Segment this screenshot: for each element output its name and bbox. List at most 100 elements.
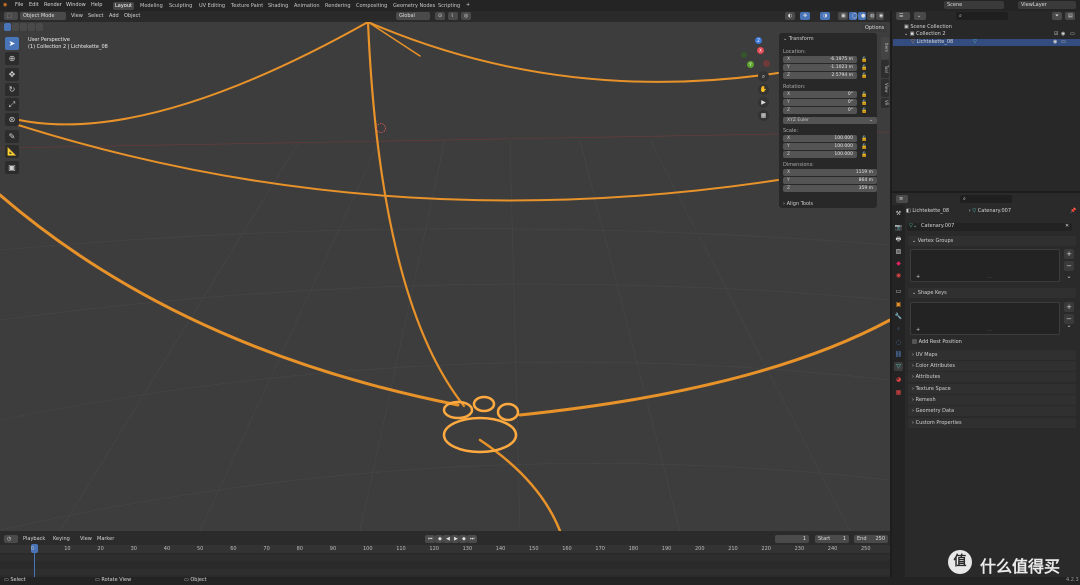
editor-type-icon[interactable]: ⬚ xyxy=(4,12,18,20)
scale-y-field[interactable]: Y 100.000 xyxy=(783,143,857,150)
move-tool-icon[interactable]: ✥ xyxy=(5,68,19,81)
particles-tab-icon[interactable]: ⁘ xyxy=(894,325,903,334)
select-subtract-icon[interactable] xyxy=(20,23,27,31)
add-vertex-group-button[interactable]: + xyxy=(1064,249,1074,259)
add-shape-key-button[interactable]: + xyxy=(1064,302,1074,312)
timeline-editor-icon[interactable]: ◷ xyxy=(4,535,18,543)
data-tab-icon[interactable]: ▽ xyxy=(894,362,903,371)
tab-scripting[interactable]: Scripting xyxy=(436,2,462,10)
blender-logo-icon[interactable]: ◉ xyxy=(3,3,7,8)
section-remesh[interactable]: › Remesh xyxy=(908,395,1076,405)
lock-icon[interactable]: 🔓 xyxy=(861,108,867,114)
gizmo-y-axis[interactable]: Y xyxy=(747,61,754,68)
orientation-dropdown[interactable]: Global xyxy=(396,12,430,20)
section-attributes[interactable]: › Attributes xyxy=(908,372,1076,382)
output-tab-icon[interactable]: 🖶 xyxy=(894,235,903,244)
pan-view-icon[interactable]: ✋ xyxy=(758,84,769,95)
gizmo-neg-y[interactable] xyxy=(741,52,747,58)
properties-editor-icon[interactable]: ≡ xyxy=(896,195,908,203)
outliner-row-object[interactable]: ▽ Lichtekette_08 ▽ ◉ ▭ xyxy=(893,39,1080,46)
scale-tool-icon[interactable]: ⤢ xyxy=(5,98,19,111)
location-z-field[interactable]: Z 2.5794 m xyxy=(783,72,857,79)
shading-wireframe-icon[interactable]: ◯ xyxy=(849,12,858,20)
object-tab-icon[interactable]: ▣ xyxy=(894,300,903,309)
select-extend-icon[interactable] xyxy=(12,23,19,31)
constraints-tab-icon[interactable]: ⛓ xyxy=(894,350,903,359)
menu-playback[interactable]: Playback xyxy=(23,537,45,542)
overlay-toggle-icon[interactable]: ◑ xyxy=(820,12,830,20)
add-icon[interactable]: + xyxy=(916,275,920,280)
menu-view[interactable]: View xyxy=(80,537,92,542)
select-invert-icon[interactable] xyxy=(28,23,35,31)
menu-keying[interactable]: Keying xyxy=(53,537,70,542)
scene-tab-icon[interactable]: ◆ xyxy=(894,259,903,268)
tab-layout[interactable]: Layout xyxy=(113,2,134,10)
outliner-search-input[interactable]: ⌕ xyxy=(956,12,1008,20)
section-shape-keys[interactable]: ⌄ Shape Keys xyxy=(908,288,1076,298)
remove-vertex-group-button[interactable]: − xyxy=(1064,261,1074,271)
cursor-tool-icon[interactable]: ⊕ xyxy=(5,52,19,65)
play-icon[interactable]: ▶ xyxy=(451,535,459,543)
lock-icon[interactable]: 🔓 xyxy=(861,136,867,142)
tab-uv-editing[interactable]: UV Editing xyxy=(197,2,227,10)
dimensions-y-field[interactable]: Y 864 m xyxy=(783,177,877,184)
scale-x-field[interactable]: X 100.000 xyxy=(783,135,857,142)
visibility-eye-icon[interactable]: ◉ xyxy=(1053,40,1057,45)
rotation-z-field[interactable]: Z 0° xyxy=(783,107,857,114)
annotate-tool-icon[interactable]: ✎ xyxy=(5,130,19,143)
collection-tab-icon[interactable]: ▭ xyxy=(894,287,903,296)
menu-render[interactable]: Render xyxy=(44,3,62,8)
outliner-row-collection[interactable]: ⌄ ▣ Collection 2 ☑ ◉ ▭ xyxy=(904,32,1078,37)
tab-shading[interactable]: Shading xyxy=(266,2,290,10)
tab-animation[interactable]: Animation xyxy=(292,2,322,10)
shape-keys-list[interactable]: + ⋯ xyxy=(910,302,1060,335)
shading-rendered-icon[interactable]: ◉ xyxy=(876,12,884,20)
pivot-icon[interactable]: ⊙ xyxy=(435,12,445,20)
tab-tool[interactable]: Tool xyxy=(881,60,889,78)
gizmo-neg-x[interactable] xyxy=(763,60,770,67)
dimensions-x-field[interactable]: X 1119 m xyxy=(783,169,877,176)
ortho-toggle-icon[interactable]: ▦ xyxy=(758,110,769,121)
rotation-mode-dropdown[interactable]: XYZ Euler ⌄ xyxy=(783,117,877,124)
resize-handle[interactable]: ⋯ xyxy=(987,329,992,334)
section-custom-properties[interactable]: › Custom Properties xyxy=(908,418,1076,428)
vertex-groups-list[interactable]: + ⋯ xyxy=(910,249,1060,282)
tab-vr[interactable]: VR xyxy=(881,98,889,108)
transform-tool-icon[interactable]: ⊛ xyxy=(5,113,19,126)
end-frame-field[interactable]: End 250 xyxy=(854,535,888,543)
tab-compositing[interactable]: Compositing xyxy=(354,2,389,10)
lock-icon[interactable]: 🔓 xyxy=(861,100,867,106)
gizmo-x-axis[interactable]: X xyxy=(757,47,764,54)
location-y-field[interactable]: Y -1.1023 m xyxy=(783,64,857,71)
zoom-view-icon[interactable]: ⌕ xyxy=(758,71,769,82)
new-collection-icon[interactable]: ▤ xyxy=(1065,12,1075,20)
play-reverse-icon[interactable]: ◀ xyxy=(443,535,451,543)
lock-icon[interactable]: 🔓 xyxy=(861,92,867,98)
scene-selector[interactable]: Scene xyxy=(944,1,1004,9)
material-tab-icon[interactable]: ◕ xyxy=(894,375,903,384)
section-geometry-data[interactable]: › Geometry Data xyxy=(908,406,1076,416)
modifiers-tab-icon[interactable]: 🔧 xyxy=(894,312,903,321)
add-cube-tool-icon[interactable]: ▣ xyxy=(5,161,19,174)
shading-material-icon[interactable]: ◍ xyxy=(867,12,875,20)
menu-window[interactable]: Window xyxy=(66,3,86,8)
outliner-editor-icon[interactable]: ☰ xyxy=(896,12,910,20)
jump-start-icon[interactable]: ⏮ xyxy=(425,535,435,543)
view-layer-tab-icon[interactable]: ▧ xyxy=(894,247,903,256)
3d-viewport[interactable]: User Perspective (1) Collection 2 | Lich… xyxy=(0,11,890,531)
properties-search-input[interactable]: ⌕ xyxy=(960,195,1012,203)
checkbox-icon[interactable]: ☑ xyxy=(1054,32,1058,37)
options-dropdown[interactable]: Options xyxy=(862,24,886,32)
section-uv-maps[interactable]: › UV Maps xyxy=(908,350,1076,360)
next-keyframe-icon[interactable]: ◆ xyxy=(459,535,467,543)
location-x-field[interactable]: X -6.1975 m xyxy=(783,56,857,63)
tab-view[interactable]: View xyxy=(881,79,889,97)
add-rest-position-checkbox[interactable]: Add Rest Position xyxy=(912,339,962,345)
close-icon[interactable]: ✕ xyxy=(1065,224,1069,229)
outliner-row-scene-collection[interactable]: ▣ Scene Collection xyxy=(904,25,952,30)
current-frame-field[interactable]: 1 xyxy=(775,535,809,543)
mode-dropdown[interactable]: Object Mode xyxy=(20,12,66,20)
proportional-edit-icon[interactable]: ◎ xyxy=(461,12,471,20)
menu-file[interactable]: File xyxy=(15,3,23,8)
snap-icon[interactable]: ⌇ xyxy=(448,12,458,20)
